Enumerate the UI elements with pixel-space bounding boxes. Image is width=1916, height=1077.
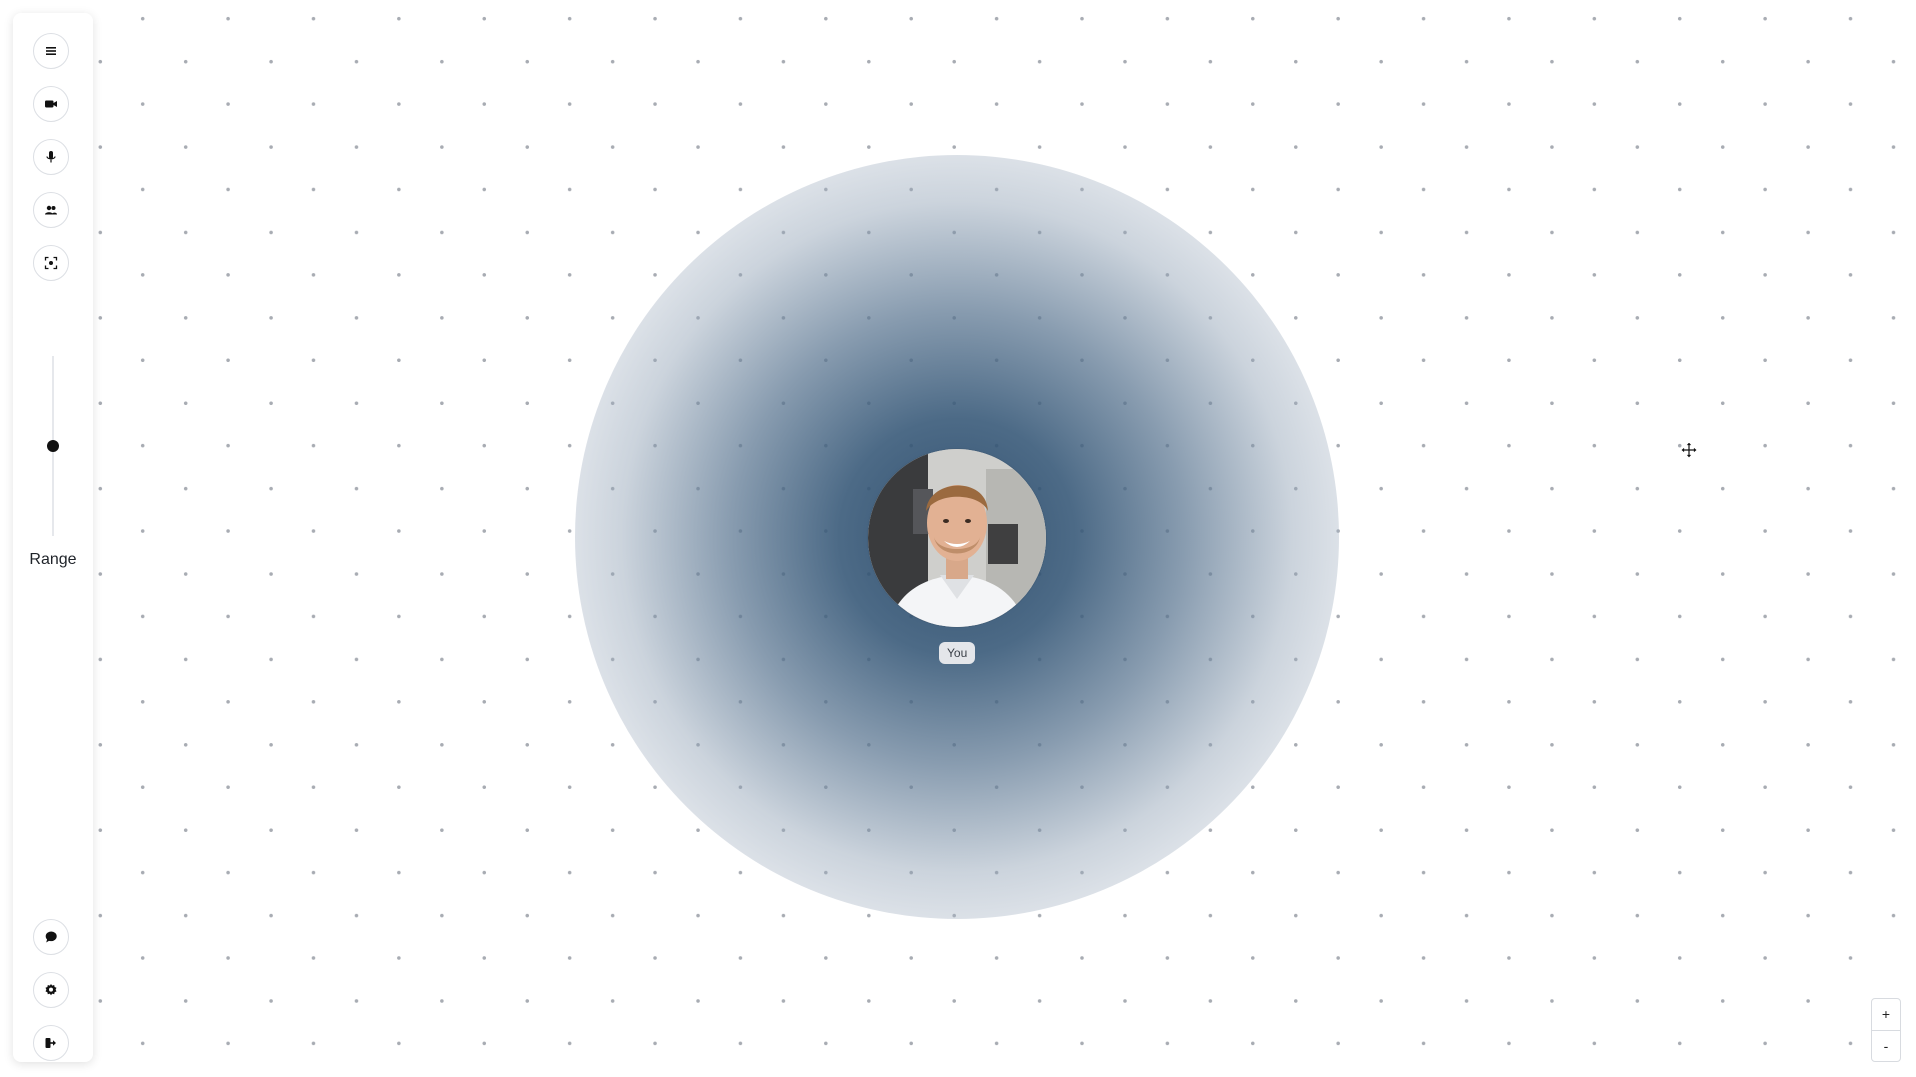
participants-icon (44, 203, 58, 217)
menu-button[interactable] (33, 33, 69, 69)
range-slider-thumb[interactable] (47, 440, 59, 452)
microphone-icon (44, 150, 58, 164)
recenter-button[interactable] (33, 245, 69, 281)
range-label: Range (29, 551, 77, 568)
chat-button[interactable] (33, 919, 69, 955)
chat-icon (44, 930, 58, 944)
move-cursor-icon (1680, 441, 1698, 459)
menu-icon (44, 44, 58, 58)
leave-icon (44, 1036, 58, 1050)
zoom-controls: + - (1871, 998, 1901, 1062)
zoom-in-button[interactable]: + (1872, 999, 1900, 1030)
participants-button[interactable] (33, 192, 69, 228)
camera-toggle-button[interactable] (33, 86, 69, 122)
settings-button[interactable] (33, 972, 69, 1008)
focus-frame-icon (44, 256, 58, 270)
left-toolbar: Range (13, 13, 93, 1062)
leave-button[interactable] (33, 1025, 69, 1061)
gear-icon (44, 983, 58, 997)
video-camera-icon (44, 97, 58, 111)
spatial-canvas[interactable]: You (0, 0, 1916, 1077)
zoom-out-button[interactable]: - (1872, 1030, 1900, 1061)
participant-name-badge: You (939, 642, 976, 664)
user-avatar-video[interactable] (868, 449, 1046, 627)
microphone-toggle-button[interactable] (33, 139, 69, 175)
